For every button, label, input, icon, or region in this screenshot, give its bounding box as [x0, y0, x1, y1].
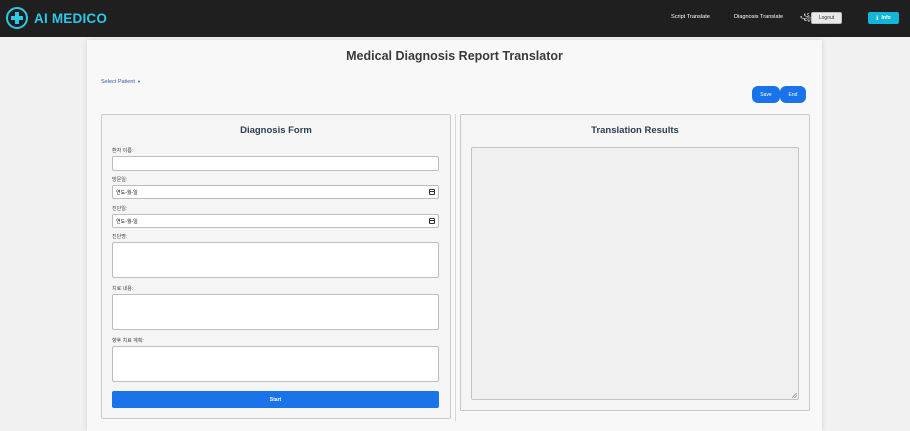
caret-down-icon: ▼ [136, 79, 141, 84]
diagnosis-form-title: Diagnosis Form [240, 125, 312, 136]
nav-link-diagnosis-translate[interactable]: Diagnosis Translate [734, 14, 783, 20]
info-button-label: Info [881, 15, 891, 21]
start-button[interactable]: Start [112, 391, 439, 408]
brand-logo[interactable]: AI MEDICO [6, 7, 107, 29]
diagnosis-label: 진단명: [112, 234, 128, 240]
diagnosis-textarea[interactable] [112, 242, 439, 278]
patient-name-input[interactable] [112, 156, 439, 171]
nav-link-script-translate[interactable]: Script Translate [671, 14, 710, 20]
diagnosis-date-label: 진단일: [112, 206, 128, 212]
treatment-label: 치료 내용: [112, 286, 134, 292]
calendar-icon[interactable] [429, 218, 435, 224]
translation-output-textarea[interactable] [471, 147, 799, 400]
save-button[interactable]: Save [752, 86, 780, 103]
diagnosis-date-placeholder: 연도-월-일 [116, 219, 138, 225]
page-title: Medical Diagnosis Report Translator [346, 49, 563, 63]
calendar-icon[interactable] [429, 189, 435, 195]
resize-handle-icon[interactable] [792, 393, 797, 398]
diagnosis-date-input[interactable]: 연도-월-일 [112, 214, 439, 228]
visit-date-input[interactable]: 연도-월-일 [112, 185, 439, 199]
top-navbar: AI MEDICO Script Translate Diagnosis Tra… [0, 0, 910, 37]
select-patient-dropdown[interactable]: Select Patient ▼ [101, 79, 141, 85]
end-button[interactable]: End [780, 86, 806, 103]
brand-name: AI MEDICO [34, 10, 108, 26]
select-patient-label: Select Patient [101, 79, 135, 85]
user-status-icon: ꧁ [800, 14, 811, 21]
visit-date-label: 방문일: [112, 177, 128, 183]
translation-results-title: Translation Results [591, 125, 679, 136]
medical-cross-icon [6, 7, 28, 29]
treatment-plan-label: 향후 치료 계획: [112, 338, 144, 344]
visit-date-placeholder: 연도-월-일 [116, 190, 138, 196]
panel-divider [455, 114, 456, 421]
patient-name-label: 환자 이름: [112, 148, 134, 154]
treatment-plan-textarea[interactable] [112, 346, 439, 382]
treatment-textarea[interactable] [112, 294, 439, 330]
info-icon: ℹ [876, 15, 879, 22]
logout-button[interactable]: Logout [811, 12, 842, 24]
info-button[interactable]: ℹ Info [868, 12, 899, 24]
